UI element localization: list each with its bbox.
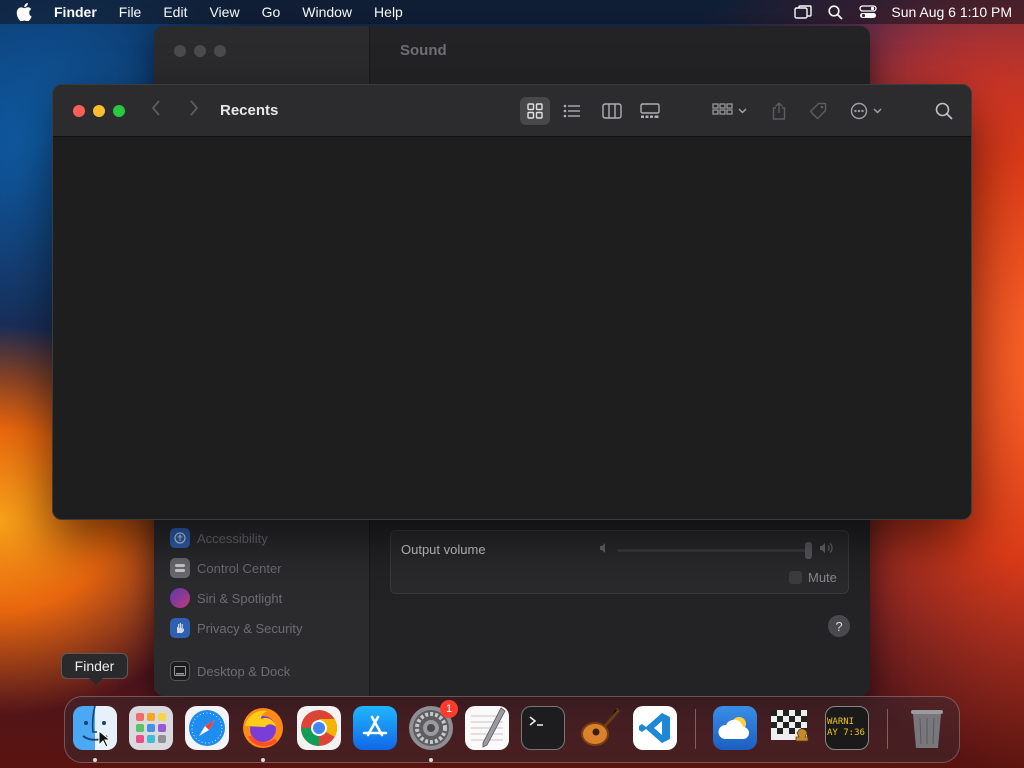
desktop-dock-icon <box>170 661 190 681</box>
menu-clock[interactable]: Sun Aug 6 1:10 PM <box>891 4 1012 20</box>
dock-app-terminal[interactable] <box>521 706 565 750</box>
close-button[interactable] <box>73 105 85 117</box>
dock-tooltip: Finder <box>61 653 128 685</box>
dock-app-safari[interactable] <box>185 706 229 750</box>
mute-label: Mute <box>808 570 837 585</box>
guitar-icon <box>581 706 621 746</box>
weather-icon <box>718 717 749 739</box>
settings-pane-title: Sound <box>400 42 447 59</box>
dock-app-finder[interactable] <box>73 706 117 750</box>
textedit-icon <box>471 707 506 748</box>
control-center-icon[interactable] <box>859 5 878 19</box>
screen-mirroring-icon[interactable] <box>794 5 813 19</box>
output-volume-slider[interactable] <box>617 549 807 552</box>
dock-app-textedit[interactable] <box>465 706 509 750</box>
sidebar-item-label: Siri & Spotlight <box>197 590 283 606</box>
close-button[interactable] <box>174 45 186 57</box>
firefox-icon <box>243 708 283 748</box>
finder-icon <box>82 706 108 742</box>
dock-app-firefox[interactable] <box>241 706 285 750</box>
sidebar-item-siri-spotlight[interactable]: Siri & Spotlight <box>170 588 282 608</box>
siri-icon <box>170 588 190 608</box>
running-indicator <box>93 758 97 762</box>
vscode-icon <box>639 713 670 743</box>
app-store-icon <box>362 715 388 737</box>
finder-window-title: Recents <box>220 102 279 119</box>
running-indicator <box>261 758 265 762</box>
menu-help[interactable]: Help <box>374 4 403 20</box>
tag-icon[interactable] <box>805 97 831 125</box>
console-warning-text: WARNI AY 7:36 <box>827 717 865 738</box>
menu-app-name[interactable]: Finder <box>54 4 97 20</box>
search-icon[interactable] <box>931 97 957 125</box>
sidebar-item-label: Control Center <box>197 560 282 576</box>
terminal-icon <box>529 716 543 726</box>
column-view-button[interactable] <box>598 97 626 125</box>
dock-separator <box>887 709 888 749</box>
share-icon[interactable] <box>767 97 791 125</box>
chess-icon <box>771 710 809 742</box>
safari-icon <box>189 710 225 746</box>
dock-app-app-store[interactable] <box>353 706 397 750</box>
volume-slider-knob[interactable] <box>805 542 812 559</box>
menu-go[interactable]: Go <box>262 4 281 20</box>
sidebar-item-label: Desktop & Dock <box>197 663 291 679</box>
dock-app-garageband[interactable] <box>577 706 621 750</box>
dock-separator <box>695 709 696 749</box>
mouse-cursor-icon <box>98 730 110 748</box>
dock-app-vscode[interactable] <box>633 706 677 750</box>
sidebar-item-label: Privacy & Security <box>197 620 303 636</box>
menu-view[interactable]: View <box>209 4 239 20</box>
sidebar-item-desktop-dock[interactable]: Desktop & Dock <box>170 661 290 681</box>
volume-high-icon <box>819 542 835 557</box>
trash-icon <box>911 710 943 748</box>
icon-view-button[interactable] <box>520 97 550 125</box>
back-button[interactable] <box>151 99 161 122</box>
output-volume-panel: Output volume Mute <box>390 530 849 594</box>
dock-app-console[interactable]: WARNI AY 7:36 <box>825 706 869 750</box>
minimize-button[interactable] <box>194 45 206 57</box>
group-by-button[interactable] <box>710 97 750 125</box>
gallery-view-button[interactable] <box>636 97 664 125</box>
apple-menu-icon[interactable] <box>16 3 36 21</box>
sidebar-item-privacy-security[interactable]: Privacy & Security <box>170 618 302 638</box>
minimize-button[interactable] <box>93 105 105 117</box>
dock-app-chrome[interactable] <box>297 706 341 750</box>
dock: 1 WARNI AY 7:36 <box>64 696 960 763</box>
dock-app-weather[interactable] <box>713 706 757 750</box>
dock-app-chess[interactable] <box>769 706 813 750</box>
dock-app-launchpad[interactable] <box>129 706 173 750</box>
launchpad-icon <box>136 713 166 743</box>
menu-window[interactable]: Window <box>302 4 352 20</box>
list-view-button[interactable] <box>558 97 586 125</box>
sidebar-item-control-center[interactable]: Control Center <box>170 558 282 578</box>
finder-toolbar: Recents <box>53 85 971 137</box>
forward-button[interactable] <box>189 99 199 122</box>
zoom-button[interactable] <box>214 45 226 57</box>
menu-file[interactable]: File <box>119 4 142 20</box>
dock-app-trash[interactable] <box>905 706 949 750</box>
help-button[interactable]: ? <box>828 615 850 637</box>
control-center-icon <box>170 558 190 578</box>
notification-badge: 1 <box>440 700 458 718</box>
mute-checkbox[interactable] <box>789 571 802 584</box>
sidebar-item-label: Accessibility <box>197 530 268 546</box>
more-actions-button[interactable] <box>847 97 887 125</box>
chrome-icon <box>297 706 341 750</box>
output-volume-label: Output volume <box>401 542 486 557</box>
settings-traffic-lights <box>174 45 234 57</box>
menu-edit[interactable]: Edit <box>163 4 187 20</box>
accessibility-icon <box>170 528 190 548</box>
menu-bar: Finder File Edit View Go Window Help Sun… <box>0 0 1024 24</box>
finder-content-area[interactable] <box>53 138 971 519</box>
running-indicator <box>429 758 433 762</box>
spotlight-search-icon[interactable] <box>828 4 843 20</box>
zoom-button[interactable] <box>113 105 125 117</box>
volume-low-icon <box>599 542 609 557</box>
hand-icon <box>170 618 190 638</box>
sidebar-item-accessibility[interactable]: Accessibility <box>170 528 268 548</box>
finder-window: Recents <box>52 84 972 520</box>
